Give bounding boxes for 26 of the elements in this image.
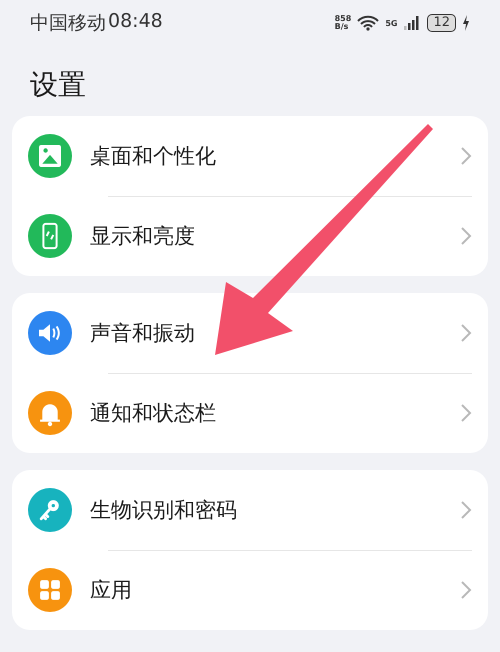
item-label: 声音和振动 bbox=[90, 320, 196, 347]
carrier-name: 中国移动 bbox=[30, 11, 106, 36]
wifi-icon bbox=[357, 15, 380, 31]
network-speed: 858 B/s bbox=[334, 15, 352, 31]
chevron-icon bbox=[460, 403, 472, 423]
signal-icon bbox=[403, 15, 422, 31]
network-type: 5G bbox=[385, 18, 398, 28]
chevron-icon bbox=[460, 580, 472, 600]
item-label: 应用 bbox=[90, 577, 133, 604]
item-label: 显示和亮度 bbox=[90, 223, 196, 250]
settings-item[interactable]: 显示和亮度 bbox=[12, 196, 488, 276]
settings-item[interactable]: 通知和状态栏 bbox=[12, 373, 488, 453]
chevron-icon bbox=[460, 146, 472, 166]
item-label: 桌面和个性化 bbox=[90, 143, 217, 170]
chevron-icon bbox=[460, 500, 472, 520]
chevron-icon bbox=[460, 226, 472, 246]
settings-item[interactable]: 生物识别和密码 bbox=[12, 470, 488, 550]
page-title: 设置 bbox=[29, 67, 87, 103]
chevron-icon bbox=[460, 323, 472, 343]
clock-time: 08:48 bbox=[108, 10, 163, 34]
item-label: 通知和状态栏 bbox=[90, 400, 217, 427]
item-label: 生物识别和密码 bbox=[90, 497, 238, 524]
settings-item[interactable]: 声音和振动 bbox=[12, 293, 488, 373]
battery-level: 12 bbox=[427, 14, 456, 32]
settings-item[interactable]: 应用 bbox=[12, 550, 488, 630]
charging-icon bbox=[462, 15, 470, 31]
